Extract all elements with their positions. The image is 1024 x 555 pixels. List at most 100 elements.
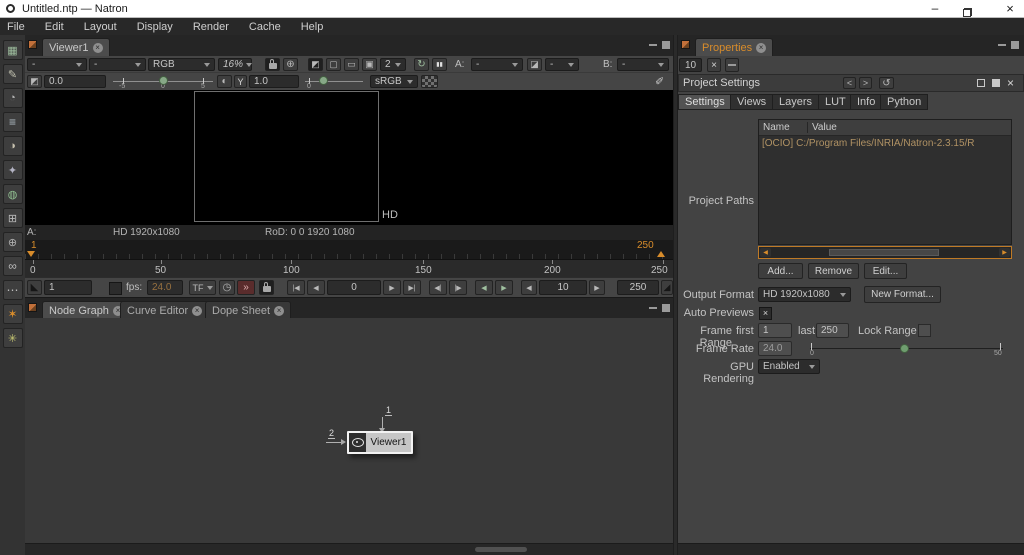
prev-frame-button[interactable]: ◀: [307, 280, 325, 295]
clear-panels-button[interactable]: ×: [707, 58, 721, 72]
prev-keyframe-button[interactable]: ◀: [475, 280, 493, 295]
tab-dope-sheet[interactable]: Dope Sheet ×: [205, 301, 292, 319]
out-point-field[interactable]: 250: [617, 280, 659, 295]
fps-checkbox[interactable]: [109, 282, 122, 295]
menu-item-help[interactable]: Help: [291, 21, 334, 33]
tab-views[interactable]: Views: [730, 94, 774, 110]
panel-float-button[interactable]: [992, 79, 1000, 87]
tab-close-icon[interactable]: ×: [92, 42, 103, 53]
tab-settings[interactable]: Settings: [678, 94, 732, 110]
realtime-clock-button[interactable]: ◷: [219, 280, 235, 295]
go-first-frame-button[interactable]: |◀: [287, 280, 305, 295]
extra-tool-icon[interactable]: ✳: [2, 328, 23, 348]
menu-item-file[interactable]: File: [0, 21, 35, 33]
tab-close-icon[interactable]: ×: [274, 305, 285, 316]
filter-tool-icon[interactable]: ✦: [2, 160, 23, 180]
format-button[interactable]: ▭: [344, 58, 359, 71]
timeformat-dropdown[interactable]: TF: [189, 280, 216, 295]
fps-field[interactable]: 24.0: [147, 280, 183, 295]
gain-slider[interactable]: -5 0 5: [113, 75, 213, 90]
views-tool-icon[interactable]: ⊕: [2, 232, 23, 252]
increment-frame-button[interactable]: ▶: [589, 280, 605, 295]
table-header-value[interactable]: Value: [808, 122, 837, 133]
input2-arrow[interactable]: [326, 442, 341, 443]
menu-item-layout[interactable]: Layout: [74, 21, 127, 33]
keyer-tool-icon[interactable]: ✶: [2, 304, 23, 324]
tab-layers[interactable]: Layers: [772, 94, 820, 110]
window-close-button[interactable]: ×: [1000, 1, 1020, 16]
color-picker-icon[interactable]: ✐: [655, 75, 664, 88]
tab-python[interactable]: Python: [880, 94, 929, 110]
next-frame-button[interactable]: ▶: [383, 280, 401, 295]
gamma-field[interactable]: 1.0: [249, 75, 299, 88]
first-frame-field[interactable]: 1: [758, 323, 792, 338]
contrast-toggle-button[interactable]: ◐: [217, 75, 232, 88]
alpha-channel-dropdown[interactable]: -: [89, 58, 146, 71]
pause-button[interactable]: ▮▮: [432, 58, 447, 71]
pane-minimize-icon[interactable]: [649, 307, 657, 309]
proxy-level-spinner[interactable]: 2: [380, 58, 406, 71]
b-input-dropdown[interactable]: -: [617, 58, 669, 71]
lock-range-checkbox[interactable]: [918, 324, 931, 337]
gamma-slider[interactable]: 0: [305, 75, 363, 90]
zoom-lock-button[interactable]: [265, 58, 280, 71]
node-preview-box[interactable]: [349, 433, 366, 452]
scrollbar-thumb[interactable]: [829, 249, 939, 256]
panel-minimize-button[interactable]: [977, 79, 985, 87]
menu-item-cache[interactable]: Cache: [239, 21, 291, 33]
color-tool-icon[interactable]: ◑: [2, 136, 23, 156]
auto-previews-checkbox[interactable]: ×: [759, 307, 772, 320]
lock-timeline-button[interactable]: [259, 280, 274, 295]
output-format-dropdown[interactable]: HD 1920x1080: [758, 287, 851, 302]
tab-viewer1[interactable]: Viewer1 ×: [42, 38, 110, 56]
center-image-button[interactable]: ⊕: [283, 58, 298, 71]
timeline-strip[interactable]: 1 250: [25, 240, 673, 259]
frame-increment-field[interactable]: 10: [539, 280, 587, 295]
prev-increment-button[interactable]: ◀|: [429, 280, 447, 295]
menu-item-edit[interactable]: Edit: [35, 21, 74, 33]
frame-rate-slider-handle[interactable]: [900, 344, 909, 353]
scrollbar-thumb[interactable]: [475, 547, 527, 552]
edit-path-button[interactable]: Edit...: [864, 263, 907, 279]
pane-anchor-icon[interactable]: [681, 40, 690, 49]
pane-anchor-icon[interactable]: [28, 40, 37, 49]
proxy-button[interactable]: ▣: [362, 58, 377, 71]
time-tool-icon[interactable]: ◔: [2, 88, 23, 108]
add-path-button[interactable]: Add...: [758, 263, 803, 279]
wipe-operator-dropdown[interactable]: -: [545, 58, 579, 71]
tab-info[interactable]: Info: [850, 94, 883, 110]
colorspace-dropdown[interactable]: sRGB: [370, 75, 418, 88]
pane-anchor-icon[interactable]: [28, 303, 37, 312]
layer-dropdown[interactable]: -: [27, 58, 87, 71]
gain-slider-handle[interactable]: [159, 76, 168, 85]
max-panels-field[interactable]: 10: [679, 58, 702, 72]
in-point-field[interactable]: 1: [44, 280, 92, 295]
gain-toggle-button[interactable]: ◩: [27, 75, 42, 88]
decrement-frame-button[interactable]: ◀: [521, 280, 537, 295]
paths-table-hscrollbar[interactable]: ◀ ▶: [758, 246, 1012, 259]
menu-item-display[interactable]: Display: [127, 21, 183, 33]
next-increment-button[interactable]: |▶: [449, 280, 467, 295]
clip-to-project-button[interactable]: ◩: [308, 58, 323, 71]
pane-float-icon[interactable]: [1011, 41, 1019, 49]
zoom-level-dropdown[interactable]: 16%: [218, 58, 253, 71]
last-frame-field[interactable]: 250: [816, 323, 849, 338]
restore-defaults-button[interactable]: ↺: [879, 77, 894, 89]
other-tool-icon[interactable]: ∞: [2, 256, 23, 276]
remove-path-button[interactable]: Remove: [808, 263, 859, 279]
wipe-button[interactable]: ◪: [527, 58, 542, 71]
end-range-marker[interactable]: [657, 251, 665, 257]
display-channels-dropdown[interactable]: RGB: [148, 58, 215, 71]
scroll-left-button[interactable]: ◀: [760, 248, 771, 257]
redo-button[interactable]: >: [859, 77, 872, 89]
window-restore-button[interactable]: [963, 8, 972, 17]
gain-field[interactable]: 0.0: [44, 75, 106, 88]
pane-minimize-icon[interactable]: [649, 44, 657, 46]
tab-curve-editor[interactable]: Curve Editor ×: [120, 301, 210, 319]
image-tool-icon[interactable]: ▦: [2, 40, 23, 60]
pane-float-icon[interactable]: [662, 41, 670, 49]
current-frame-field[interactable]: 0: [327, 280, 381, 295]
transform-tool-icon[interactable]: ⊞: [2, 208, 23, 228]
a-input-dropdown[interactable]: -: [471, 58, 523, 71]
pane-minimize-icon[interactable]: [998, 44, 1006, 46]
